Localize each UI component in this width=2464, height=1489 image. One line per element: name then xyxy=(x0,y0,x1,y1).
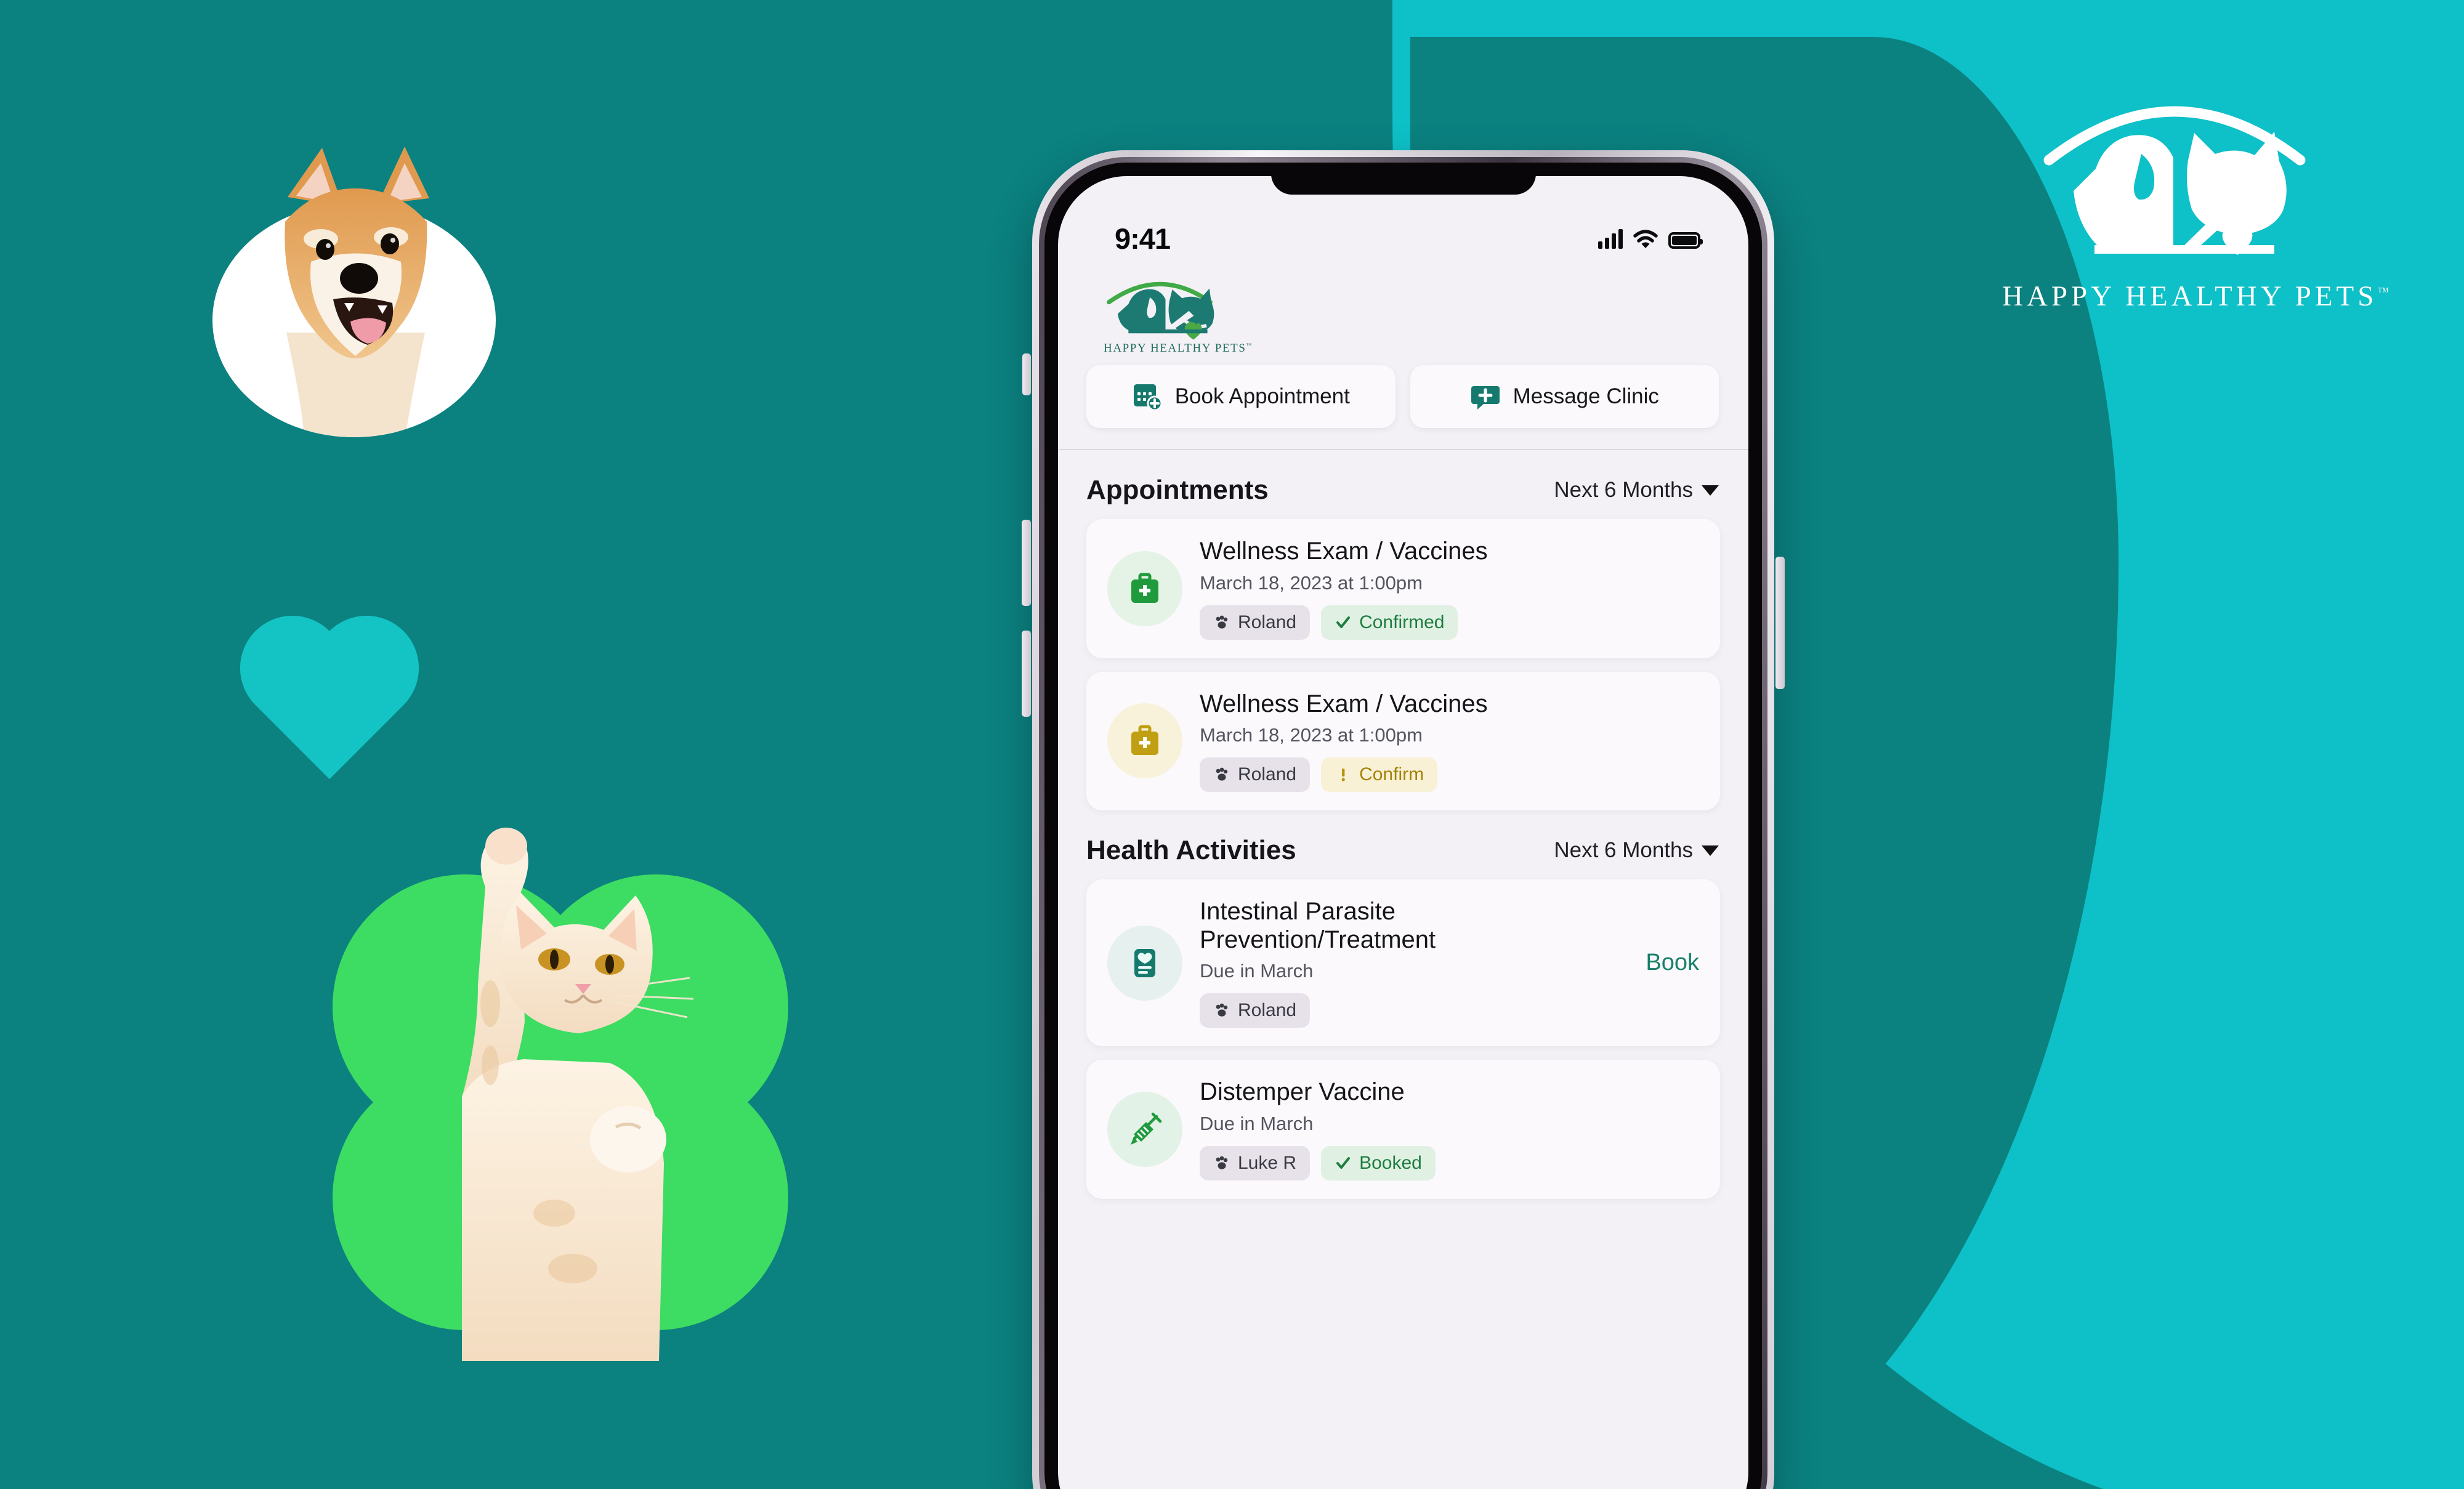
health-activity-due: Due in March xyxy=(1200,1112,1314,1134)
signal-bars-icon xyxy=(1598,228,1623,249)
phone-volume-up-button[interactable] xyxy=(1022,520,1031,606)
medical-kit-icon xyxy=(1107,703,1182,779)
appointment-card[interactable]: Wellness Exam / Vaccines March 18, 2023 … xyxy=(1086,519,1720,658)
appointment-title: Wellness Exam / Vaccines xyxy=(1200,690,1488,717)
calendar-add-icon xyxy=(1133,384,1163,411)
chevron-down-icon xyxy=(1702,845,1719,856)
paw-icon xyxy=(1213,766,1230,783)
phone-notch xyxy=(1270,176,1536,195)
appointments-filter-label: Next 6 Months xyxy=(1554,478,1693,502)
appointment-chips: Roland Confirm xyxy=(1200,757,1699,793)
appointments-list: Wellness Exam / Vaccines March 18, 2023 … xyxy=(1058,519,1748,811)
status-badge[interactable]: Confirmed xyxy=(1321,605,1458,640)
orange-tabby-cat-photo xyxy=(370,819,751,1361)
health-activities-list: Intestinal Parasite Prevention/Treatment… xyxy=(1058,879,1748,1199)
book-appointment-label: Book Appointment xyxy=(1174,384,1350,408)
dog-cat-arc-logo-icon xyxy=(2043,106,2306,255)
paw-icon xyxy=(1213,1002,1230,1019)
battery-full-icon xyxy=(1668,232,1703,249)
appointment-chips: Roland Confirmed xyxy=(1200,605,1699,640)
appointment-card[interactable]: Wellness Exam / Vaccines March 18, 2023 … xyxy=(1086,671,1720,811)
appointments-section-header: Appointments Next 6 Months xyxy=(1058,450,1748,519)
syringe-glyph xyxy=(1131,1112,1162,1145)
exclamation-icon xyxy=(1335,766,1352,783)
health-activity-chips: Roland xyxy=(1200,993,1615,1028)
chevron-down-icon xyxy=(1702,485,1719,496)
app-brand-name: HAPPY HEALTHY PETS™ xyxy=(1104,342,1253,355)
health-activity-title: Distemper Vaccine xyxy=(1200,1078,1405,1106)
cat-illustration xyxy=(462,828,694,1361)
app-brand-logo: HAPPY HEALTHY PETS™ xyxy=(1058,256,1748,355)
health-activity-chips: Luke R Booked xyxy=(1200,1145,1699,1180)
health-activities-section-header: Health Activities Next 6 Months xyxy=(1058,810,1748,879)
health-record-icon xyxy=(1107,925,1182,1001)
brand-logo: HAPPY HEALTHY PETS™ xyxy=(2002,68,2389,313)
status-badge[interactable]: Confirm xyxy=(1321,757,1438,793)
book-appointment-button[interactable]: Book Appointment xyxy=(1086,365,1396,428)
health-activity-due: Due in March xyxy=(1200,960,1314,982)
phone-volume-down-button[interactable] xyxy=(1022,631,1031,717)
health-record-glyph xyxy=(1134,948,1155,977)
appointment-card-body: Wellness Exam / Vaccines March 18, 2023 … xyxy=(1200,538,1699,640)
status-badge-label: Confirm xyxy=(1359,764,1424,785)
health-activities-filter-dropdown[interactable]: Next 6 Months xyxy=(1554,838,1719,863)
pet-chip-label: Roland xyxy=(1238,1000,1297,1021)
shiba-inu-dog-photo xyxy=(212,129,496,437)
pet-chip-label: Luke R xyxy=(1238,1152,1297,1173)
health-activity-card[interactable]: Distemper Vaccine Due in March Luke R Bo… xyxy=(1086,1060,1720,1199)
check-icon xyxy=(1335,614,1352,631)
status-bar-time: 9:41 xyxy=(1115,222,1171,255)
appointment-card-body: Wellness Exam / Vaccines March 18, 2023 … xyxy=(1200,690,1699,793)
message-plus-icon xyxy=(1471,386,1500,410)
health-activity-card-body: Intestinal Parasite Prevention/Treatment… xyxy=(1200,898,1615,1028)
message-clinic-label: Message Clinic xyxy=(1513,384,1659,408)
phone-bezel: 9:41 HAPPY HEALTHY PETS™ Book Appointmen… xyxy=(1044,163,1762,1489)
appointment-datetime: March 18, 2023 at 1:00pm xyxy=(1200,724,1423,746)
pet-chip-label: Roland xyxy=(1238,764,1297,785)
pet-chip-label: Roland xyxy=(1238,611,1297,632)
quick-actions: Book Appointment Message Clinic xyxy=(1058,355,1748,449)
medical-kit-glyph xyxy=(1131,725,1158,756)
health-activities-title: Health Activities xyxy=(1086,835,1296,866)
paw-icon xyxy=(1213,1155,1230,1172)
book-link[interactable]: Book xyxy=(1632,950,1699,976)
pet-chip[interactable]: Luke R xyxy=(1200,1145,1311,1180)
phone-screen: 9:41 HAPPY HEALTHY PETS™ Book Appointmen… xyxy=(1058,176,1748,1489)
appointment-datetime: March 18, 2023 at 1:00pm xyxy=(1200,571,1423,594)
brand-name: HAPPY HEALTHY PETS™ xyxy=(2002,280,2389,312)
poster-canvas: HAPPY HEALTHY PETS™ 9:41 HAPPY HEALTHY P… xyxy=(0,0,2464,1489)
phone-power-button[interactable] xyxy=(1775,557,1785,689)
phone-mute-switch[interactable] xyxy=(1022,353,1031,395)
paw-icon xyxy=(1213,614,1230,631)
syringe-icon xyxy=(1107,1092,1182,1168)
phone-mockup: 9:41 HAPPY HEALTHY PETS™ Book Appointmen… xyxy=(1022,150,1785,1489)
medical-kit-glyph xyxy=(1131,573,1158,603)
status-badge-label: Booked xyxy=(1359,1152,1422,1173)
appointments-filter-dropdown[interactable]: Next 6 Months xyxy=(1554,478,1719,502)
medical-kit-icon xyxy=(1107,551,1182,626)
status-badge-label: Confirmed xyxy=(1359,611,1445,632)
pet-chip[interactable]: Roland xyxy=(1200,605,1311,640)
status-badge[interactable]: Booked xyxy=(1321,1145,1436,1180)
phone-midframe: 9:41 HAPPY HEALTHY PETS™ Book Appointmen… xyxy=(1039,157,1767,1489)
health-activity-title: Intestinal Parasite Prevention/Treatment xyxy=(1200,898,1436,953)
wifi-icon xyxy=(1633,229,1658,248)
pet-chip[interactable]: Roland xyxy=(1200,757,1311,793)
dog-cat-arc-logo-icon xyxy=(1107,281,1214,340)
health-activity-card[interactable]: Intestinal Parasite Prevention/Treatment… xyxy=(1086,879,1720,1047)
message-clinic-button[interactable]: Message Clinic xyxy=(1410,365,1719,428)
appointments-title: Appointments xyxy=(1086,475,1269,505)
dog-illustration xyxy=(285,147,429,437)
health-activity-card-body: Distemper Vaccine Due in March Luke R Bo… xyxy=(1200,1078,1699,1180)
check-icon xyxy=(1335,1155,1352,1172)
pet-chip[interactable]: Roland xyxy=(1200,993,1311,1028)
status-bar-icons xyxy=(1598,228,1703,249)
appointment-title: Wellness Exam / Vaccines xyxy=(1200,538,1488,565)
health-activities-filter-label: Next 6 Months xyxy=(1554,838,1693,863)
